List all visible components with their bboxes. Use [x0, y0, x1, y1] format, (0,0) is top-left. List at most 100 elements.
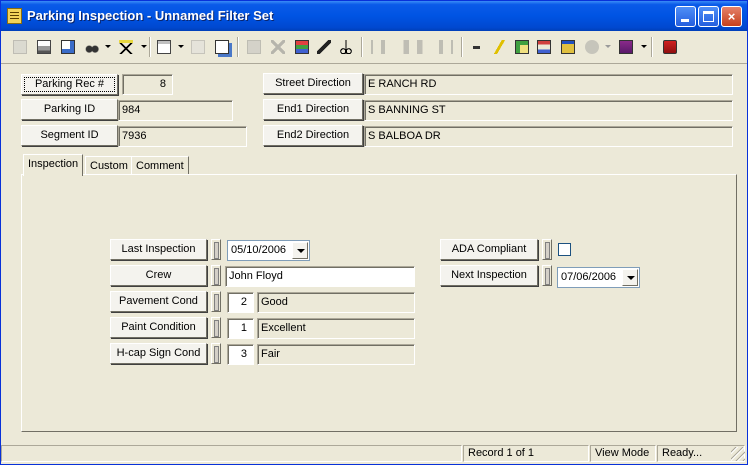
street-direction-button[interactable]: Street Direction — [263, 73, 363, 94]
report-dropdown-arrow[interactable] — [178, 45, 184, 48]
tab-inspection[interactable]: Inspection — [23, 154, 84, 176]
maximize-button[interactable] — [698, 6, 719, 27]
maximize-icon — [703, 11, 714, 22]
paint-condition-indicator — [211, 317, 221, 338]
pavement-cond-code[interactable]: 2 — [227, 292, 254, 313]
next-inspection-date-picker[interactable]: 07/06/2006 — [557, 267, 640, 288]
status-record: Record 1 of 1 — [463, 445, 589, 462]
next-inspection-date: 07/06/2006 — [561, 271, 617, 283]
new-record-icon — [13, 40, 27, 54]
next-inspection-indicator — [542, 265, 552, 286]
report-icon — [157, 40, 171, 54]
app-window: Parking Inspection - Unnamed Filter Set … — [0, 0, 748, 465]
tree-icon — [537, 40, 551, 54]
book-dropdown-arrow[interactable] — [641, 45, 647, 48]
toolbar-separator — [149, 37, 151, 57]
print-preview-button[interactable] — [57, 36, 79, 58]
last-inspection-date: 05/10/2006 — [231, 244, 287, 256]
crew-input[interactable]: John Floyd — [225, 266, 415, 287]
paste-button[interactable] — [211, 36, 233, 58]
status-bar: Record 1 of 1 View Mode Ready... — [1, 443, 747, 464]
copy-icon — [191, 40, 205, 54]
parking-id-value: 984 — [118, 100, 233, 121]
delete-button[interactable] — [267, 36, 289, 58]
crew-button[interactable]: Crew — [110, 265, 207, 286]
execute-button[interactable] — [489, 36, 511, 58]
ada-compliant-checkbox[interactable] — [558, 243, 571, 256]
go-button[interactable] — [467, 36, 489, 58]
tab-comment[interactable]: Comment — [131, 156, 189, 176]
parking-rec-value: 8 — [122, 74, 173, 95]
map-button[interactable] — [511, 36, 533, 58]
filter-dropdown-arrow[interactable] — [141, 45, 147, 48]
status-mode: View Mode — [590, 445, 656, 462]
window-title: Parking Inspection - Unnamed Filter Set — [27, 8, 274, 23]
attach-button[interactable] — [291, 36, 313, 58]
globe-dropdown-arrow[interactable] — [605, 45, 611, 48]
last-inspection-date-picker[interactable]: 05/10/2006 — [227, 240, 310, 261]
exit-button[interactable] — [659, 36, 681, 58]
pavement-cond-indicator — [211, 291, 221, 312]
print-preview-icon — [61, 40, 75, 54]
chevron-down-icon[interactable] — [622, 269, 638, 286]
edit-button[interactable] — [313, 36, 335, 58]
hcap-sign-cond-indicator — [211, 343, 221, 364]
globe-icon — [585, 40, 599, 54]
close-button[interactable]: × — [721, 6, 742, 27]
window-icon — [561, 40, 575, 54]
clipboard-app-icon — [7, 8, 22, 24]
end2-direction-button[interactable]: End2 Direction — [263, 125, 363, 146]
tree-button[interactable] — [533, 36, 555, 58]
print-button[interactable] — [33, 36, 55, 58]
globe-button[interactable] — [581, 36, 603, 58]
map-icon — [515, 40, 529, 54]
next-inspection-button[interactable]: Next Inspection — [440, 265, 538, 286]
toolbar-separator — [461, 37, 463, 57]
first-record-icon — [371, 40, 385, 54]
window-button[interactable] — [557, 36, 579, 58]
attach-icon — [295, 40, 309, 54]
segment-id-button[interactable]: Segment ID — [21, 125, 118, 146]
pavement-cond-desc: Good — [257, 292, 415, 313]
search-button[interactable] — [81, 36, 103, 58]
end1-direction-button[interactable]: End1 Direction — [263, 99, 363, 120]
cut-button[interactable] — [335, 36, 357, 58]
search-dropdown-arrow[interactable] — [105, 45, 111, 48]
tab-custom[interactable]: Custom — [85, 156, 133, 176]
book-button[interactable] — [615, 36, 637, 58]
binoculars-search-icon — [85, 40, 99, 54]
report-button[interactable] — [153, 36, 175, 58]
last-inspection-button[interactable]: Last Inspection — [110, 239, 207, 260]
chevron-down-icon[interactable] — [292, 242, 308, 259]
parking-rec-button[interactable]: Parking Rec # — [21, 74, 118, 95]
new-record-button[interactable] — [9, 36, 31, 58]
print-icon — [37, 40, 51, 54]
paint-condition-button[interactable]: Paint Condition — [110, 317, 207, 338]
hcap-sign-cond-desc: Fair — [257, 344, 415, 365]
ada-compliant-button[interactable]: ADA Compliant — [440, 239, 538, 260]
minimize-button[interactable] — [675, 6, 696, 27]
paint-condition-code[interactable]: 1 — [227, 318, 254, 339]
end2-direction-value: S BALBOA DR — [364, 126, 733, 147]
toolbar-separator — [237, 37, 239, 57]
previous-record-button[interactable] — [391, 36, 413, 58]
exit-icon — [663, 40, 677, 54]
hcap-sign-cond-button[interactable]: H-cap Sign Cond — [110, 343, 207, 364]
save-button[interactable] — [243, 36, 265, 58]
toolbar — [1, 32, 747, 64]
next-record-button[interactable] — [413, 36, 435, 58]
copy-button[interactable] — [187, 36, 209, 58]
lightning-icon — [493, 40, 507, 54]
ada-compliant-indicator — [542, 239, 552, 260]
end1-direction-value: S BANNING ST — [364, 100, 733, 121]
pavement-cond-button[interactable]: Pavement Cond — [110, 291, 207, 312]
filter-button[interactable] — [115, 36, 137, 58]
parking-id-button[interactable]: Parking ID — [21, 99, 118, 120]
resize-grip-icon[interactable] — [731, 447, 745, 461]
filter-icon — [119, 40, 133, 54]
title-bar: Parking Inspection - Unnamed Filter Set … — [1, 1, 747, 31]
first-record-button[interactable] — [367, 36, 389, 58]
hcap-sign-cond-code[interactable]: 3 — [227, 344, 254, 365]
delete-icon — [271, 40, 285, 54]
last-record-button[interactable] — [435, 36, 457, 58]
